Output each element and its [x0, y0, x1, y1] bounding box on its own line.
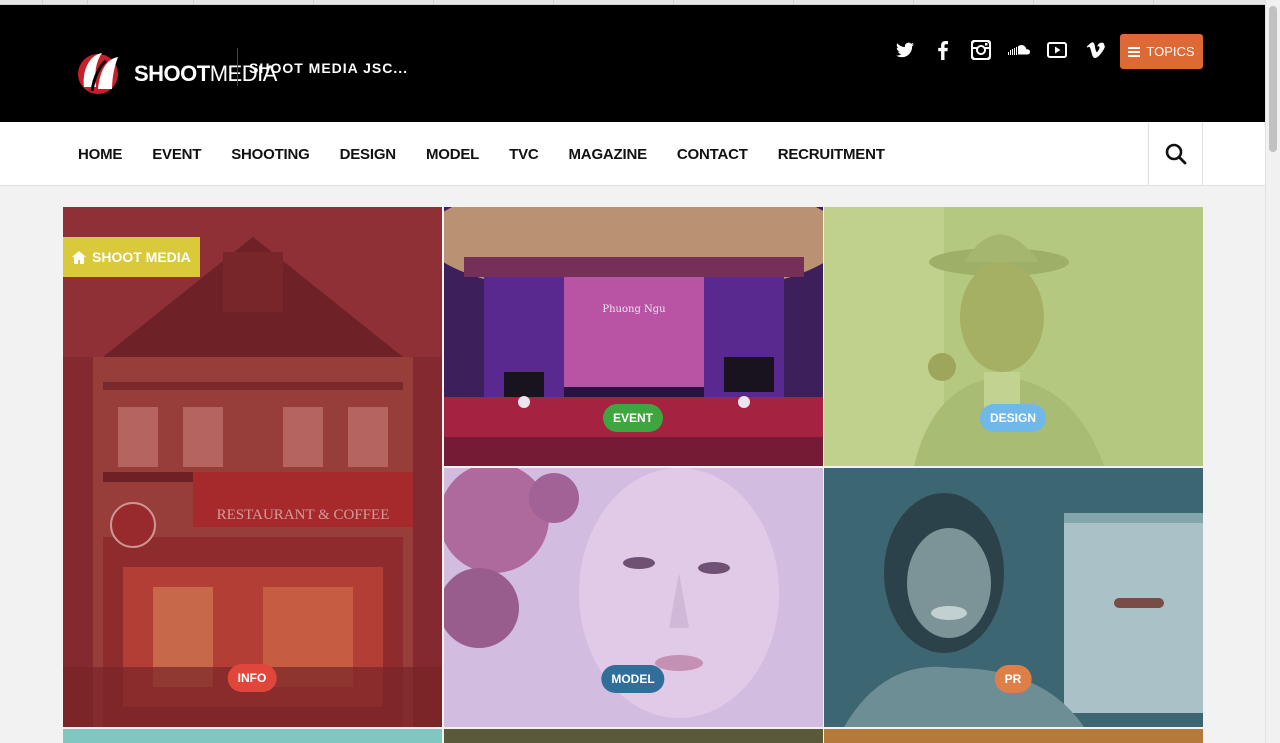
site-header: SHOOTMEDIA SHOOT MEDIA JSC... TOPICS — [0, 5, 1265, 122]
tile-design[interactable]: DESIGN — [824, 207, 1203, 466]
featured-grid: RESTAURANT & COFFEE SHOOT MEDIA INFO Phu… — [63, 207, 1203, 743]
nav-item-recruitment[interactable]: RECRUITMENT — [778, 146, 885, 163]
facebook-icon[interactable] — [924, 38, 962, 62]
search-icon — [1165, 143, 1186, 165]
menu-icon — [1128, 46, 1141, 57]
topics-button[interactable]: TOPICS — [1120, 34, 1203, 69]
tile-pr[interactable]: PR — [824, 468, 1203, 727]
nav-item-event[interactable]: EVENT — [152, 146, 201, 163]
tile-event[interactable]: Phuong Ngu EVENT — [444, 207, 823, 466]
nav-item-magazine[interactable]: MAGAZINE — [569, 146, 648, 163]
nav-item-model[interactable]: MODEL — [426, 146, 479, 163]
tile-partial-3[interactable] — [824, 729, 1203, 743]
social-links — [886, 38, 1114, 62]
instagram-icon[interactable] — [962, 38, 1000, 62]
category-badge-model[interactable]: MODEL — [601, 665, 665, 693]
featured-label[interactable]: SHOOT MEDIA — [63, 237, 200, 277]
page-scrollbar[interactable] — [1265, 0, 1280, 743]
vimeo-icon[interactable] — [1076, 38, 1114, 62]
tile-partial-2[interactable] — [444, 729, 823, 743]
category-badge-event[interactable]: EVENT — [602, 404, 664, 432]
search-button[interactable] — [1148, 122, 1203, 186]
nav-item-contact[interactable]: CONTACT — [677, 146, 748, 163]
category-badge-design[interactable]: DESIGN — [979, 404, 1047, 432]
logo-icon[interactable] — [76, 47, 124, 97]
category-badge-pr[interactable]: PR — [994, 665, 1032, 693]
twitter-icon[interactable] — [886, 38, 924, 62]
topics-label: TOPICS — [1146, 44, 1195, 59]
youtube-icon[interactable] — [1038, 38, 1076, 62]
soundcloud-icon[interactable] — [1000, 38, 1038, 62]
scrollbar-thumb[interactable] — [1269, 6, 1277, 152]
tile-model[interactable]: MODEL — [444, 468, 823, 727]
tile-info[interactable]: RESTAURANT & COFFEE SHOOT MEDIA INFO — [63, 207, 442, 727]
home-icon — [72, 250, 86, 264]
nav-item-design[interactable]: DESIGN — [340, 146, 397, 163]
nav-item-tvc[interactable]: TVC — [509, 146, 539, 163]
category-badge-info[interactable]: INFO — [227, 664, 277, 692]
tile-partial-1[interactable] — [63, 729, 442, 743]
logo-divider — [237, 48, 238, 86]
nav-item-shooting[interactable]: SHOOTING — [231, 146, 310, 163]
site-tagline: SHOOT MEDIA JSC... — [249, 60, 409, 76]
nav-item-home[interactable]: HOME — [78, 146, 122, 163]
main-nav: HOME EVENT SHOOTING DESIGN MODEL TVC MAG… — [0, 122, 1265, 186]
